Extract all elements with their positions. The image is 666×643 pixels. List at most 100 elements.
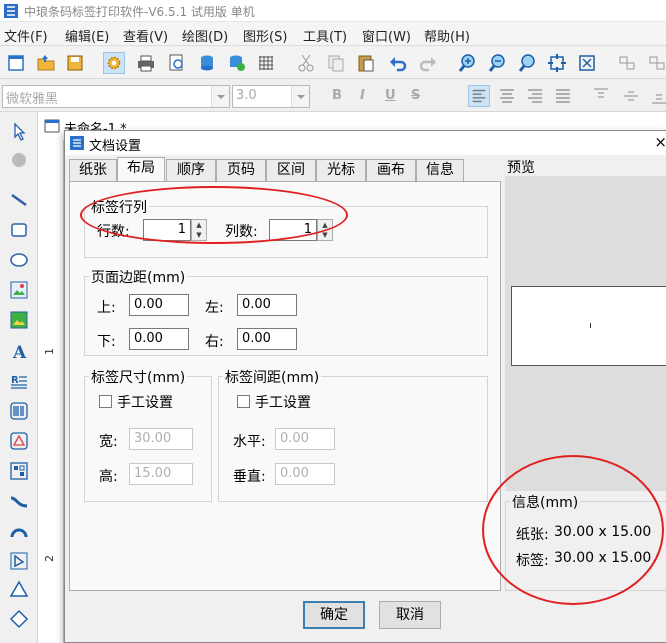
database-settings-icon[interactable] [226,52,248,74]
tab-paper[interactable]: 纸张 [69,159,117,181]
group-title: 标签间距(mm) [223,367,322,387]
paste-icon[interactable] [355,52,377,74]
zoom-actual-icon[interactable] [516,52,538,74]
document-settings-dialog: 文档设置 × 纸张 布局 顺序 页码 区间 光标 画布 信息 标签行列 行数: … [64,130,666,643]
arc-tool-icon[interactable] [8,520,30,542]
database-icon[interactable] [196,52,218,74]
rich-text-tool-icon[interactable]: R [8,370,30,392]
shape-tool-icon[interactable] [8,430,30,452]
spin-down-icon[interactable]: ▼ [192,230,206,240]
rows-spinner[interactable]: ▲ ▼ [191,219,207,241]
menu-edit[interactable]: 编辑(E) [65,26,109,45]
align-right-icon[interactable] [524,85,546,107]
ok-button[interactable]: 确定 [303,601,365,629]
menu-tools[interactable]: 工具(T) [303,26,347,45]
chevron-down-icon[interactable] [211,86,229,107]
menu-file[interactable]: 文件(F) [4,26,48,45]
rectangle-tool-icon[interactable] [8,219,30,241]
svg-text:A: A [12,343,27,362]
line-tool-icon[interactable] [8,189,30,211]
vertical-align-bottom-icon[interactable] [648,85,666,107]
menu-view[interactable]: 查看(V) [123,26,168,45]
menu-shape[interactable]: 图形(S) [243,26,287,45]
grid-icon[interactable] [255,52,277,74]
app-logo-icon [4,4,18,18]
margin-top-input[interactable]: 0.00 [129,294,189,316]
tab-range[interactable]: 区间 [266,159,316,181]
drawing-tools-palette: A R [0,112,38,643]
menu-window[interactable]: 窗口(W) [362,26,411,45]
rows-input[interactable]: 1 [143,219,191,241]
diamond-tool-icon[interactable] [8,608,30,630]
triangle-tool-icon[interactable] [8,578,30,600]
font-size-select[interactable]: 3.0 [232,85,310,108]
tab-order[interactable]: 顺序 [166,159,216,181]
spin-down-icon[interactable]: ▼ [318,230,332,240]
align-objects-icon[interactable] [616,52,638,74]
distribute-objects-icon[interactable] [646,52,666,74]
vertical-align-top-icon[interactable] [590,85,612,107]
info-group: 信息(mm) 纸张: 30.00 x 15.00 标签: 30.00 x 15.… [505,492,666,591]
ellipse-tool-icon[interactable] [8,249,30,271]
barcode-tool-icon[interactable] [8,400,30,422]
image-tool-icon[interactable] [8,279,30,301]
align-left-icon[interactable] [468,85,490,107]
cols-input[interactable]: 1 [269,219,317,241]
cancel-button[interactable]: 取消 [379,601,441,629]
undo-icon[interactable] [387,52,409,74]
label-spacing-manual-checkbox[interactable] [237,395,250,408]
curve-tool-icon[interactable] [8,490,30,512]
settings-gear-icon[interactable] [103,52,125,74]
zoom-out-icon[interactable] [486,52,508,74]
tab-page-number[interactable]: 页码 [216,159,266,181]
tab-canvas[interactable]: 画布 [366,159,416,181]
pointer-tool-icon[interactable] [8,120,30,142]
cols-spinner[interactable]: ▲ ▼ [317,219,333,241]
picture-tool-icon[interactable] [8,309,30,331]
tab-info[interactable]: 信息 [416,159,464,181]
label-width-input[interactable]: 30.00 [129,428,193,450]
label-height-input[interactable]: 15.00 [129,463,193,485]
vertical-spacing-input[interactable]: 0.00 [275,463,335,485]
fit-window-icon[interactable] [576,52,598,74]
spin-up-icon[interactable]: ▲ [318,220,332,230]
chevron-down-icon[interactable] [291,86,309,107]
margin-bottom-input[interactable]: 0.00 [129,328,189,350]
print-icon[interactable] [135,52,157,74]
fit-page-icon[interactable] [546,52,568,74]
font-name-select[interactable]: 微软雅黑 [2,85,230,108]
qrcode-tool-icon[interactable] [8,460,30,482]
close-icon[interactable]: × [654,133,666,151]
save-icon[interactable] [64,52,86,74]
new-document-icon[interactable] [5,52,27,74]
horizontal-spacing-input[interactable]: 0.00 [275,428,335,450]
align-justify-icon[interactable] [552,85,574,107]
underline-button[interactable]: U [385,88,396,103]
bold-button[interactable]: B [332,88,342,103]
margin-right-input[interactable]: 0.00 [237,328,297,350]
pan-tool-icon[interactable] [8,149,30,171]
spin-up-icon[interactable]: ▲ [192,220,206,230]
text-tool-icon[interactable]: A [8,340,30,362]
copy-icon[interactable] [325,52,347,74]
menu-help[interactable]: 帮助(H) [424,26,470,45]
ruler-mark: 2 [43,555,56,562]
label-size-manual-checkbox[interactable] [99,395,112,408]
zoom-in-icon[interactable] [456,52,478,74]
redo-icon[interactable] [417,52,439,74]
preview-center-mark [590,323,591,328]
cut-icon[interactable] [295,52,317,74]
tab-cursor[interactable]: 光标 [316,159,366,181]
menu-bar: 文件(F) 编辑(E) 查看(V) 绘图(D) 图形(S) 工具(T) 窗口(W… [0,22,666,46]
open-folder-icon[interactable] [35,52,57,74]
polyline-tool-icon[interactable] [8,550,30,572]
italic-button[interactable]: I [360,88,365,103]
margin-left-input[interactable]: 0.00 [237,294,297,316]
menu-draw[interactable]: 绘图(D) [182,26,228,45]
label-spacing-group: 标签间距(mm) 手工设置 水平: 0.00 垂直: 0.00 [218,367,488,502]
print-preview-icon[interactable] [166,52,188,74]
strikethrough-button[interactable]: S [411,88,420,103]
align-center-icon[interactable] [496,85,518,107]
tab-layout[interactable]: 布局 [117,157,165,182]
vertical-align-middle-icon[interactable] [620,85,642,107]
